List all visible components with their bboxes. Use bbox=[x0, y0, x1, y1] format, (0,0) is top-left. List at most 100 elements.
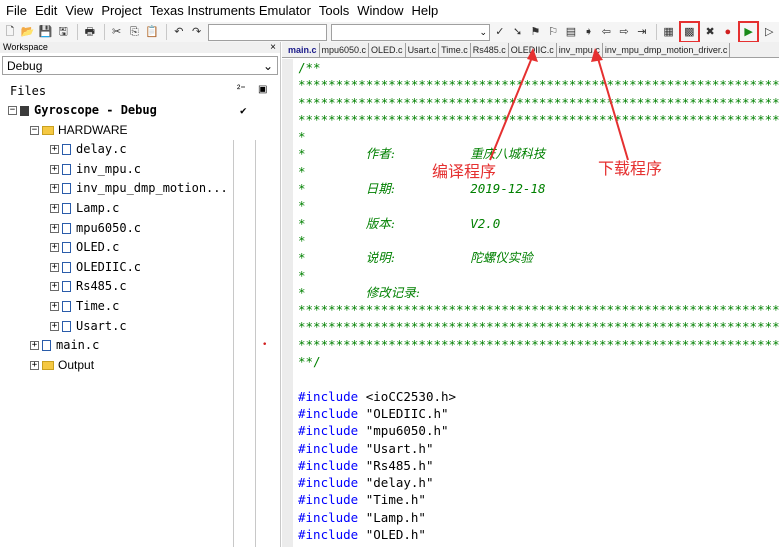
tab-inv-mpu-c[interactable]: inv_mpu.c bbox=[557, 42, 603, 57]
expand-icon[interactable]: + bbox=[50, 321, 59, 331]
tree-file[interactable]: + Time.c bbox=[0, 297, 280, 317]
tree-folder-hardware[interactable]: − HARDWARE bbox=[0, 121, 280, 141]
include-file: "OLEDIIC.h" bbox=[365, 405, 449, 421]
tab-main-c[interactable]: main.c bbox=[286, 42, 320, 57]
file-label: inv_mpu.c bbox=[76, 161, 142, 176]
menu-tools[interactable]: Tools bbox=[316, 0, 354, 22]
toolbar: 🗋 📂 💾 🖫 🖶 ✂ ⎘ 📋 ↶ ↷ ⌄ ✓ ➘ ⚑ ⚐ ▤ ➧ ⇦ ⇨ ⇥ … bbox=[0, 21, 779, 43]
tab-inv-mpu-dmp-c[interactable]: inv_mpu_dmp_motion_driver.c bbox=[603, 42, 731, 57]
tree-project[interactable]: − Gyroscope - Debug ✔ bbox=[0, 101, 280, 121]
folder-icon bbox=[42, 125, 54, 135]
include-file: "mpu6050.h" bbox=[365, 423, 449, 439]
template-icon[interactable]: ▤ bbox=[563, 24, 579, 40]
copy-icon[interactable]: ⎘ bbox=[126, 24, 142, 40]
c-file-icon bbox=[62, 320, 71, 332]
configuration-select[interactable]: Debug ⌄ bbox=[2, 56, 278, 75]
search-combo[interactable]: ⌄ bbox=[330, 23, 491, 41]
file-label: Time.c bbox=[76, 298, 120, 313]
save-icon[interactable]: 💾 bbox=[38, 24, 54, 40]
cut-icon[interactable]: ✂ bbox=[109, 24, 125, 40]
tab-oled-c[interactable]: OLED.c bbox=[369, 42, 406, 57]
file-label: mpu6050.c bbox=[76, 220, 142, 235]
collapse-icon[interactable]: − bbox=[30, 125, 39, 135]
tab-olediic-c[interactable]: OLEDIIC.c bbox=[509, 42, 557, 57]
stop-build-icon[interactable]: ✖ bbox=[702, 24, 718, 40]
menu-file[interactable]: File bbox=[3, 0, 32, 22]
menu-view[interactable]: View bbox=[62, 0, 98, 22]
toggle-bookmark-icon[interactable]: ⚐ bbox=[545, 24, 561, 40]
include-file: "Time.h" bbox=[365, 492, 426, 508]
print-icon[interactable]: 🖶 bbox=[82, 24, 98, 40]
file-tree: − Gyroscope - Debug ✔ − HARDWARE + delay.c … bbox=[0, 101, 280, 375]
expand-icon[interactable]: + bbox=[50, 262, 59, 272]
menu-window[interactable]: Window bbox=[354, 0, 408, 22]
tree-file[interactable]: + inv_mpu.c bbox=[0, 160, 280, 180]
redo-icon[interactable]: ↷ bbox=[189, 24, 205, 40]
include-line: #include "Time.h" bbox=[298, 491, 779, 508]
breakpoint-icon[interactable]: ● bbox=[720, 24, 736, 40]
expand-icon[interactable]: + bbox=[50, 243, 59, 253]
debug-without-download-icon[interactable]: ▷ bbox=[761, 24, 777, 40]
expand-icon[interactable]: + bbox=[30, 341, 39, 351]
include-keyword: #include bbox=[298, 440, 359, 456]
expand-icon[interactable]: + bbox=[30, 360, 39, 370]
tree-file[interactable]: + OLEDIIC.c bbox=[0, 258, 280, 278]
make-icon[interactable]: ▩ bbox=[678, 21, 701, 43]
tree-file[interactable]: + mpu6050.c bbox=[0, 219, 280, 239]
code-line: /** bbox=[298, 60, 321, 75]
tree-file[interactable]: + Usart.c bbox=[0, 317, 280, 337]
columns-icon[interactable]: ▣ bbox=[258, 84, 267, 95]
collapse-icon[interactable]: − bbox=[8, 106, 17, 115]
menu-help[interactable]: Help bbox=[409, 0, 444, 22]
expand-icon[interactable]: + bbox=[50, 164, 59, 174]
expand-icon[interactable]: + bbox=[50, 203, 59, 213]
tree-file[interactable]: + Lamp.c bbox=[0, 199, 280, 219]
tree-folder-output[interactable]: + Output bbox=[0, 356, 280, 376]
undo-icon[interactable]: ↶ bbox=[171, 24, 187, 40]
tab-time-c[interactable]: Time.c bbox=[439, 42, 471, 57]
code-area[interactable]: /** ************************************… bbox=[298, 59, 779, 543]
expand-icon[interactable]: + bbox=[50, 282, 59, 292]
menu-edit[interactable]: Edit bbox=[32, 0, 62, 22]
tab-rs485-c[interactable]: Rs485.c bbox=[471, 42, 509, 57]
expand-icon[interactable]: + bbox=[50, 223, 59, 233]
tree-file[interactable]: + OLED.c bbox=[0, 238, 280, 258]
goto-icon[interactable]: ⇥ bbox=[634, 24, 650, 40]
save-all-icon[interactable]: 🖫 bbox=[55, 24, 71, 40]
tab-usart-c[interactable]: Usart.c bbox=[406, 42, 440, 57]
code-line: * bbox=[298, 163, 306, 179]
compile-icon[interactable]: ▦ bbox=[661, 24, 677, 40]
menu-project[interactable]: Project bbox=[98, 0, 146, 22]
go-icon[interactable]: ➧ bbox=[581, 24, 597, 40]
expand-icon[interactable]: + bbox=[50, 301, 59, 311]
include-keyword: #include bbox=[298, 457, 359, 473]
annotation-compile: 编译程序 bbox=[432, 162, 497, 181]
tree-file[interactable]: + inv_mpu_dmp_motion... bbox=[0, 179, 280, 199]
include-keyword: #include bbox=[298, 475, 359, 491]
paste-icon[interactable]: 📋 bbox=[144, 24, 160, 40]
folder-icon bbox=[42, 360, 54, 370]
new-file-icon[interactable]: 🗋 bbox=[2, 24, 18, 40]
expand-icon[interactable]: + bbox=[50, 145, 59, 155]
close-icon[interactable]: × bbox=[270, 42, 276, 53]
open-file-icon[interactable]: 📂 bbox=[20, 24, 36, 40]
sort-icon[interactable]: ²⁼ bbox=[237, 84, 246, 95]
tree-file[interactable]: + delay.c bbox=[0, 140, 280, 160]
download-debug-icon[interactable]: ▶ bbox=[737, 21, 760, 43]
tree-file-main[interactable]: + main.c • bbox=[0, 336, 280, 356]
check-icon[interactable]: ✓ bbox=[492, 24, 508, 40]
include-line: #include "delay.h" bbox=[298, 474, 779, 491]
bookmark-icon[interactable]: ⚑ bbox=[528, 24, 544, 40]
tab-mpu6050-c[interactable]: mpu6050.c bbox=[320, 42, 370, 57]
file-label: inv_mpu_dmp_motion... bbox=[76, 181, 228, 196]
forward-icon[interactable]: ⇨ bbox=[616, 24, 632, 40]
expand-icon[interactable]: + bbox=[50, 184, 59, 194]
navigate-icon[interactable]: ➘ bbox=[510, 24, 526, 40]
back-icon[interactable]: ⇦ bbox=[599, 24, 615, 40]
tree-file[interactable]: + Rs485.c bbox=[0, 277, 280, 297]
find-combo[interactable] bbox=[208, 23, 327, 41]
file-label: Rs485.c bbox=[76, 279, 127, 294]
menu-ti-emulator[interactable]: Texas Instruments Emulator bbox=[147, 0, 316, 22]
code-line: * 版本: V2.0 bbox=[298, 215, 779, 232]
file-label: delay.c bbox=[76, 142, 127, 157]
